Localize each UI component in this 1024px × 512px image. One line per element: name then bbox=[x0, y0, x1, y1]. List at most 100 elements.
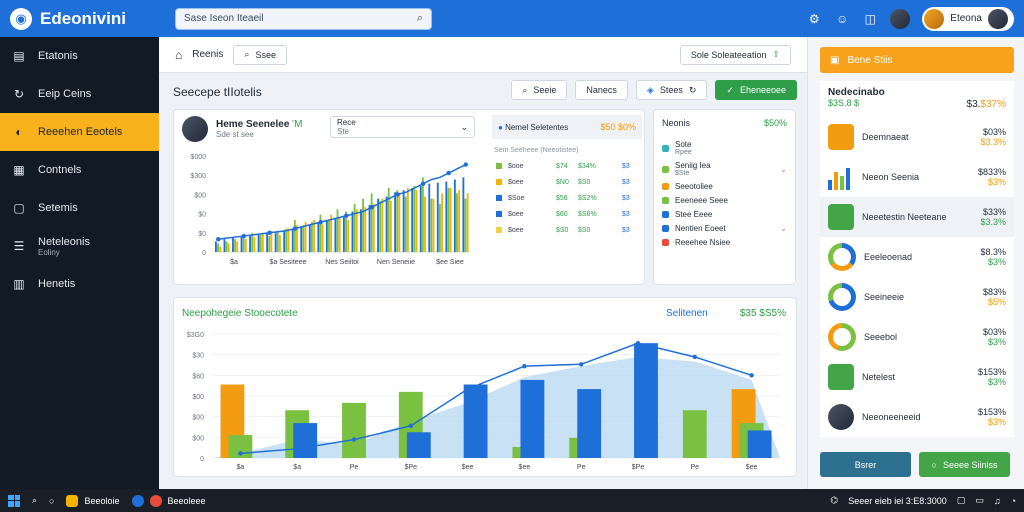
chevron-down-icon[interactable]: ⌄ bbox=[780, 165, 787, 174]
y-tick-label: $60 bbox=[192, 373, 204, 380]
section-title: Seecepe tIIotelis bbox=[173, 85, 262, 99]
bar-chart-icon bbox=[828, 164, 854, 190]
right-row[interactable]: Seeineeie $83% $5% bbox=[820, 277, 1014, 317]
button-label: Bsrer bbox=[854, 459, 877, 470]
settings-icon[interactable]: ⚙ bbox=[806, 12, 822, 26]
stats-list: Sote Rpee Seniig Iea $Ste ⌄ Seeotoliee Eeeneee… bbox=[662, 140, 787, 252]
home-icon[interactable]: ⌂ bbox=[175, 48, 182, 62]
legend-pct: $50 $0% bbox=[600, 122, 636, 132]
stats-item[interactable]: Reeehee Nsiee bbox=[662, 238, 787, 247]
sidebar-item-0[interactable]: ▤ Etatonis bbox=[0, 37, 159, 75]
window-icon[interactable]: ▭ bbox=[975, 495, 984, 506]
right-panel-header[interactable]: ▣ Bene Stiis bbox=[820, 47, 1014, 73]
bar bbox=[430, 198, 433, 252]
stats-item[interactable]: Nentien Eoeet ⌄ bbox=[662, 224, 787, 233]
stats-item[interactable]: Stee Eeee bbox=[662, 210, 787, 219]
taskbar-app-2[interactable]: Beeoleee bbox=[131, 494, 206, 507]
right-row[interactable]: Deemnaeat $03% $3.3% bbox=[820, 117, 1014, 157]
bar bbox=[424, 196, 426, 252]
right-row[interactable]: Seeebol $03% $3% bbox=[820, 317, 1014, 357]
sidebar-item-5[interactable]: ☰ Neteleonis Eoliny bbox=[0, 227, 159, 265]
avatar[interactable] bbox=[890, 8, 911, 29]
chat-icon[interactable]: ☺ bbox=[834, 12, 850, 26]
bar bbox=[398, 193, 401, 252]
trend-chart: $000$300$00$0$00$a $a Sesiteee Nes Seiitoi… bbox=[190, 154, 470, 266]
sidebar: ▤ Etatonis ↻ Eeip Ceins ◐ Reeehen Eeotels ▦… bbox=[0, 37, 159, 489]
stats-item[interactable]: Eeeneee Seee bbox=[662, 196, 787, 205]
bar bbox=[419, 185, 422, 252]
avatar bbox=[182, 116, 208, 142]
task-view-icon[interactable]: ○ bbox=[49, 496, 54, 506]
line-point bbox=[692, 354, 697, 360]
legend-cell: $60 bbox=[556, 210, 568, 218]
taskbar-app-1[interactable]: Beeoloie bbox=[66, 494, 120, 507]
wifi-icon[interactable]: ◔ bbox=[1011, 496, 1016, 506]
network-icon[interactable]: ⌬ bbox=[830, 495, 838, 506]
camera-icon[interactable]: ◫ bbox=[862, 12, 878, 26]
search-icon[interactable]: ⌕ bbox=[32, 495, 37, 506]
right-row[interactable]: Neeoneeneeid $153% $3% bbox=[820, 397, 1014, 437]
refresh-icon: ↻ bbox=[688, 84, 697, 95]
search-icon[interactable]: ⌕ bbox=[417, 12, 423, 25]
stats-item-sub: Rpee bbox=[675, 149, 692, 156]
sidebar-item-1[interactable]: ↻ Eeip Ceins bbox=[0, 75, 159, 113]
bar bbox=[249, 234, 251, 252]
sidebar-item-2[interactable]: ◐ Reeehen Eeotels bbox=[0, 113, 159, 151]
right-row-label: Netelest bbox=[862, 372, 896, 382]
names-button[interactable]: Nanecs bbox=[575, 80, 628, 100]
search-icon: ⌕ bbox=[244, 49, 250, 59]
right-row[interactable]: Neeon Seenia $833% $3% bbox=[820, 157, 1014, 197]
right-row[interactable]: Eeeleoenad $8.3% $3% bbox=[820, 237, 1014, 277]
legend-cell: $oee bbox=[508, 210, 524, 218]
stats-item[interactable]: Seeotoliee bbox=[662, 182, 787, 191]
toolbar-right-button[interactable]: Sole Soleateeation ⇪ bbox=[679, 44, 791, 65]
user-menu[interactable]: Eteona bbox=[922, 6, 1014, 31]
user-icon: ● bbox=[498, 122, 503, 132]
stats-button[interactable]: ◈ Stees ↻ bbox=[635, 80, 708, 100]
right-row-values: $833% $3% bbox=[978, 167, 1006, 187]
legend-swatch bbox=[496, 195, 502, 201]
sidebar-item-6[interactable]: ▥ Henetis bbox=[0, 265, 159, 303]
trend-point bbox=[344, 213, 349, 218]
combo-chart: $3G0 $30 $60 $00 $00 $00 0 $a $a Pe $Pe $ee $ee Pe $Pe… bbox=[187, 332, 780, 471]
search-input[interactable] bbox=[184, 13, 409, 24]
bar bbox=[259, 234, 262, 252]
line-point bbox=[749, 373, 754, 378]
right-left-button[interactable]: Bsrer bbox=[820, 452, 911, 477]
bar bbox=[404, 196, 407, 252]
bar bbox=[436, 182, 439, 252]
right-right-button[interactable]: ○ Seeee Siiniss bbox=[919, 452, 1010, 477]
toolbar: ⌂ Reenis ⌕ Ssee Sole Soleateeation ⇪ bbox=[159, 37, 807, 73]
sidebar-item-4[interactable]: ▢ Setemis bbox=[0, 189, 159, 227]
sidebar-item-3[interactable]: ▦ Contnels bbox=[0, 151, 159, 189]
trend-point bbox=[369, 205, 375, 210]
legend-row: $oee $60 $S6% $3 bbox=[492, 206, 642, 222]
brand[interactable]: ◉ Edeonivini bbox=[0, 7, 175, 30]
bar bbox=[338, 217, 341, 252]
right-row[interactable]: Netelest $153% $3% bbox=[820, 357, 1014, 397]
stats-item[interactable]: Sote Rpee bbox=[662, 140, 787, 156]
volume-icon[interactable]: ♫ bbox=[994, 496, 1001, 506]
legend-row: $ooe $74 $34% $3 bbox=[492, 158, 642, 174]
legend-swatch bbox=[496, 179, 502, 185]
bar bbox=[370, 193, 373, 252]
start-icon[interactable] bbox=[8, 494, 20, 507]
trend-point bbox=[292, 226, 298, 231]
right-row[interactable]: Neeetestin Neeteane $33% $3.3% bbox=[820, 197, 1014, 237]
bar bbox=[336, 209, 339, 252]
search-box[interactable]: ⌕ bbox=[175, 7, 432, 30]
range-select[interactable]: Rece Ste ⌄ bbox=[330, 116, 475, 138]
primary-button[interactable]: ✓ Eheneeoee bbox=[715, 80, 797, 100]
taskbar-app-label: Beeoleee bbox=[167, 495, 206, 506]
x-tick-label: Pe bbox=[691, 464, 700, 471]
right-panel-title: Bene Stiis bbox=[847, 54, 893, 66]
stats-item[interactable]: Seniig Iea $Ste ⌄ bbox=[662, 161, 787, 177]
search-button[interactable]: ⌕ Seeie bbox=[511, 80, 568, 100]
filter-button[interactable]: ⌕ Ssee bbox=[233, 44, 287, 65]
toolbar-tab[interactable]: Reenis bbox=[192, 49, 223, 60]
app-logo-icon: ◉ bbox=[10, 7, 32, 30]
y-tick-label: $00 bbox=[192, 435, 204, 442]
bar bbox=[300, 226, 303, 252]
chevron-down-icon[interactable]: ⌄ bbox=[780, 224, 787, 233]
desktop-icon[interactable]: ▢ bbox=[957, 495, 966, 506]
